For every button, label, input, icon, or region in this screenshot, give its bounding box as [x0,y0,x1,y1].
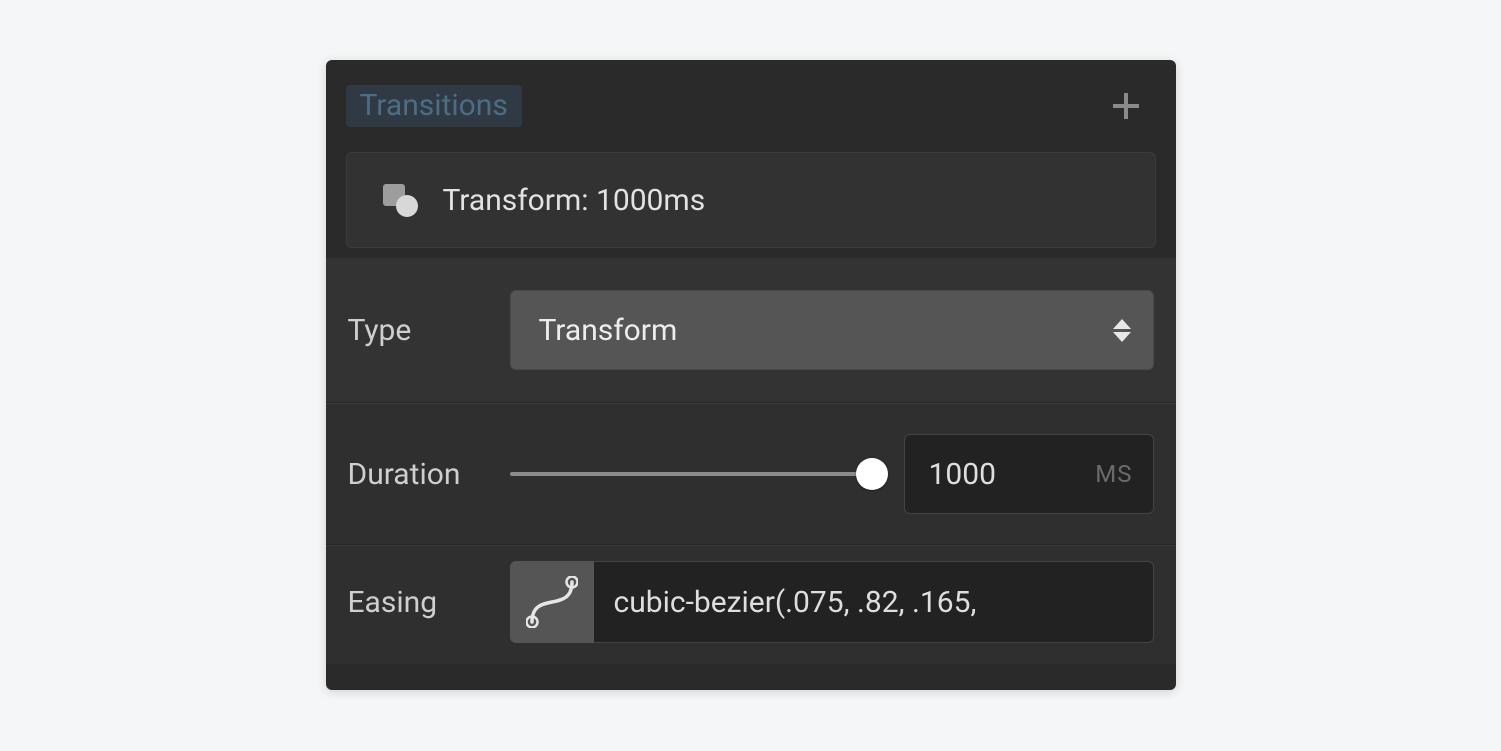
easing-input[interactable]: cubic-bezier(.075, .82, .165, [594,561,1154,643]
plus-icon [1111,91,1141,121]
select-chevrons-icon [1113,319,1131,342]
type-select[interactable]: Transform [510,290,1154,370]
panel-title: Transitions [346,85,522,127]
duration-input[interactable]: 1000 MS [904,434,1154,514]
type-label: Type [348,313,510,348]
slider-thumb[interactable] [856,458,888,490]
add-transition-button[interactable] [1104,84,1148,128]
duration-row: Duration 1000 MS [326,403,1176,545]
duration-slider[interactable] [510,472,886,476]
duration-label: Duration [348,457,510,492]
transition-item-label: Transform: 1000ms [443,183,706,218]
bezier-curve-icon [526,576,578,628]
easing-curve-button[interactable] [510,561,594,643]
transform-icon [381,182,421,218]
duration-unit: MS [1095,460,1132,488]
easing-value: cubic-bezier(.075, .82, .165, [614,585,977,620]
easing-picker: cubic-bezier(.075, .82, .165, [510,561,1154,643]
transitions-panel: Transitions Transform: 1000ms Type Trans… [326,60,1176,690]
type-select-value: Transform [539,313,1113,348]
panel-header: Transitions [326,60,1176,152]
easing-label: Easing [348,585,510,620]
transition-item[interactable]: Transform: 1000ms [346,152,1156,248]
duration-value: 1000 [929,457,1096,492]
type-row: Type Transform [326,258,1176,403]
easing-row: Easing cubic-bezier(.075, .82, .165, [326,545,1176,664]
